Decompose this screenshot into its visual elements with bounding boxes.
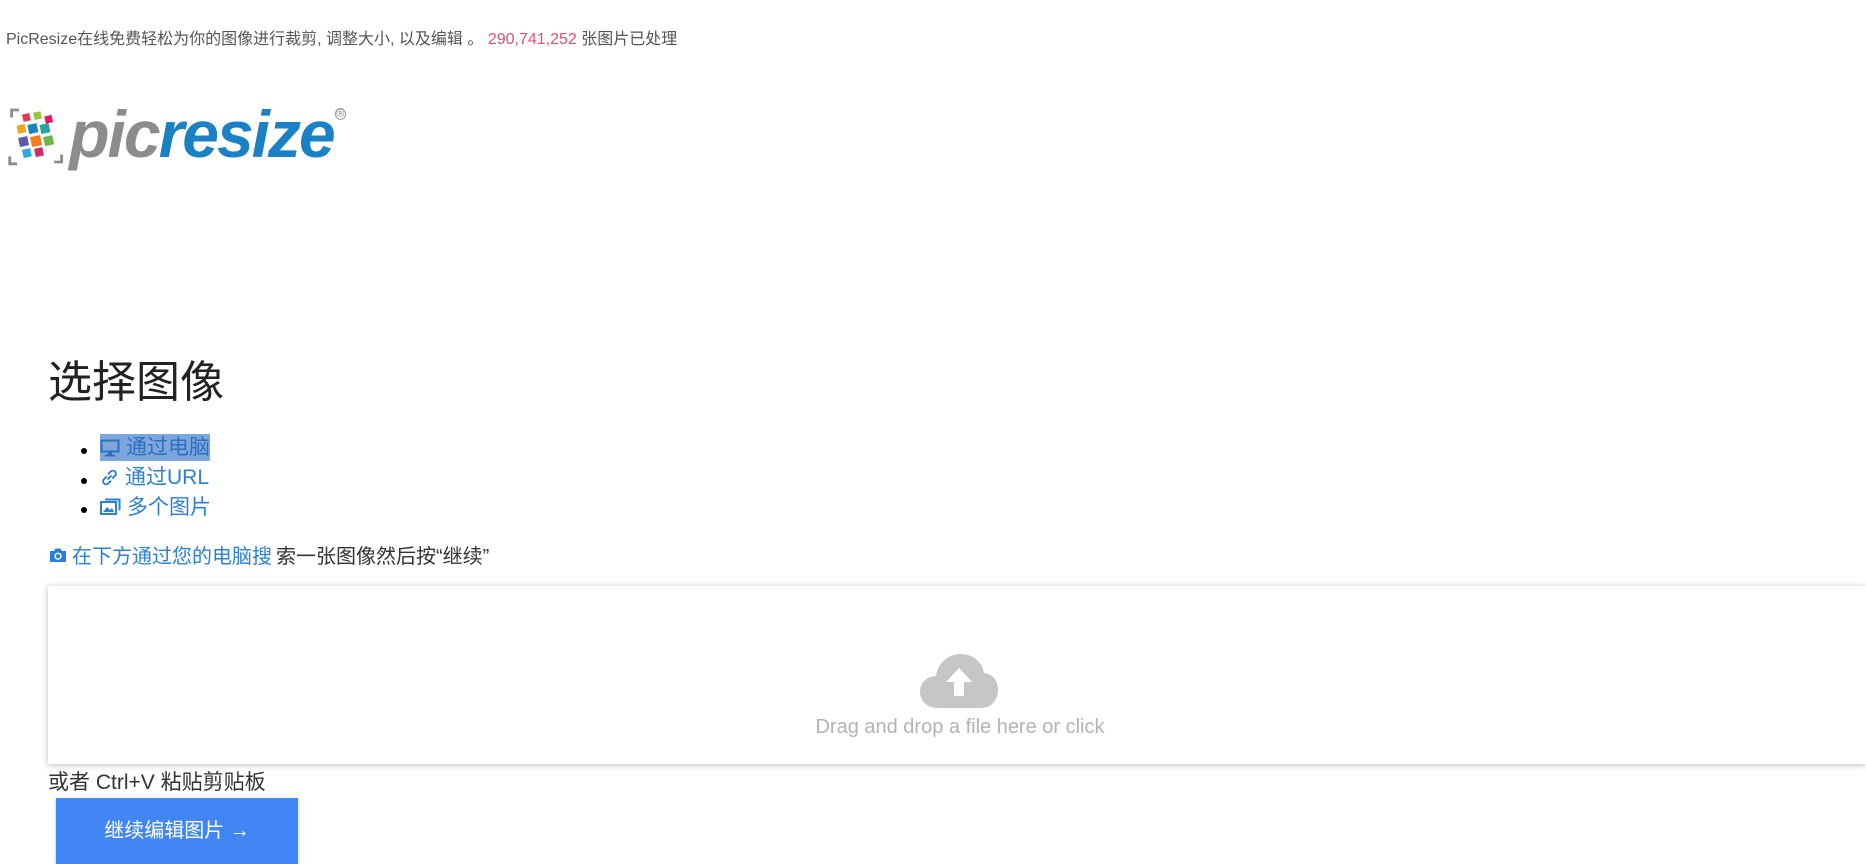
cloud-upload-icon (920, 654, 998, 708)
tagline: PicResize在线免费轻松为你的图像进行裁剪, 调整大小, 以及编辑 。 2… (6, 25, 677, 49)
images-icon (100, 498, 121, 515)
logo-mark-icon (8, 108, 64, 166)
option-url: 通过URL (100, 464, 211, 494)
processed-count: 290,741,252 (487, 31, 577, 48)
option-multiple: 多个图片 (100, 494, 211, 524)
instruction-hint: 在下方通过您的电脑搜 索一张图像然后按“继续” (48, 540, 489, 569)
option-url-label: 通过URL (125, 465, 210, 489)
option-url-link[interactable]: 通过URL (100, 464, 209, 491)
instruction-hint-rest: 索一张图像然后按“继续” (276, 546, 490, 568)
link-icon (102, 469, 117, 485)
page-title: 选择图像 (48, 358, 224, 407)
desktop-icon (100, 439, 120, 456)
camera-icon (50, 548, 66, 562)
logo-wordmark: picresize (69, 97, 336, 171)
tagline-text: PicResize在线免费轻松为你的图像进行裁剪, 调整大小, 以及编辑 。 (6, 31, 484, 48)
dropzone-text: Drag and drop a file here or click (815, 716, 1105, 738)
option-computer-label: 通过电脑 (126, 436, 210, 459)
instruction-hint-link: 在下方通过您的电脑搜 (72, 546, 272, 568)
picresize-logo[interactable]: picresize ® (6, 100, 346, 172)
source-options: 通过电脑 通过URL 多个图片 (78, 434, 211, 523)
registered-mark: ® (334, 108, 346, 120)
continue-button[interactable]: 继续编辑图片 → (56, 798, 298, 864)
option-multiple-label: 多个图片 (127, 495, 211, 519)
paste-hint: 或者 Ctrl+V 粘贴剪贴板 (48, 771, 266, 794)
processed-suffix: 张图片已处理 (581, 31, 678, 48)
option-multiple-link[interactable]: 多个图片 (100, 494, 211, 521)
option-computer-link[interactable]: 通过电脑 (100, 434, 210, 461)
option-computer: 通过电脑 (100, 434, 211, 464)
